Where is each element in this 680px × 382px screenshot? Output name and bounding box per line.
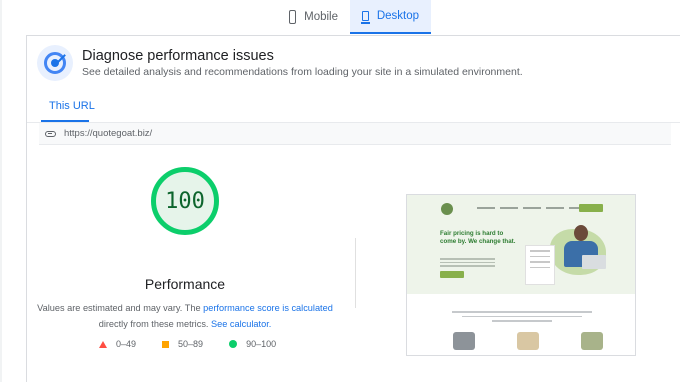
section-subtitle: See detailed analysis and recommendation… xyxy=(82,66,523,78)
note-middle: directly from these metrics. xyxy=(98,319,212,329)
tab-desktop-label: Desktop xyxy=(376,10,419,22)
orange-square-icon xyxy=(162,340,170,348)
legend-item-average: 50–89 xyxy=(162,339,203,349)
score-category-title: Performance xyxy=(144,276,226,292)
thumbnail-body-lines xyxy=(440,258,495,269)
legend-range-good: 90–100 xyxy=(246,339,277,349)
score-value: 100 xyxy=(165,188,205,214)
thumbnail-nav xyxy=(477,207,587,209)
score-calculation-link[interactable]: performance score is calculated xyxy=(203,303,333,313)
thumbnail-laptop xyxy=(582,255,606,269)
device-tabs: Mobile Desktop xyxy=(279,0,431,34)
see-calculator-link[interactable]: See calculator. xyxy=(211,319,271,329)
tab-desktop[interactable]: Desktop xyxy=(350,0,431,34)
thumbnail-paragraph xyxy=(447,311,597,325)
red-triangle-icon xyxy=(99,340,107,348)
score-note: Values are estimated and may vary. The p… xyxy=(0,300,370,332)
section-title: Diagnose performance issues xyxy=(82,48,274,64)
score-legend: 0–49 50–89 90–100 xyxy=(99,339,276,349)
gauge-icon xyxy=(37,45,73,81)
url-bar: https://quotegoat.biz/ xyxy=(39,123,671,145)
thumbnail-person-head xyxy=(574,225,588,241)
thumbnail-headline: Fair pricing is hard to come by. We chan… xyxy=(440,230,516,245)
thumbnail-cta xyxy=(579,204,603,212)
analyzed-url: https://quotegoat.biz/ xyxy=(64,128,153,139)
legend-item-good: 90–100 xyxy=(229,339,276,349)
legend-range-average: 50–89 xyxy=(178,339,204,349)
thumbnail-feature-images xyxy=(453,332,603,350)
legend-range-poor: 0–49 xyxy=(116,339,137,349)
tab-mobile-label: Mobile xyxy=(304,11,338,23)
performance-score-gauge[interactable]: 100 xyxy=(151,167,219,235)
tab-mobile[interactable]: Mobile xyxy=(279,0,350,34)
note-prefix: Values are estimated and may vary. The xyxy=(37,303,204,313)
link-icon xyxy=(45,130,56,137)
page-screenshot-thumbnail: Fair pricing is hard to come by. We chan… xyxy=(406,194,636,356)
green-circle-icon xyxy=(229,340,238,348)
phone-icon xyxy=(289,10,297,24)
thumbnail-button xyxy=(440,271,464,278)
monitor-icon xyxy=(361,11,370,24)
legend-item-poor: 0–49 xyxy=(99,339,136,349)
thumbnail-logo-icon xyxy=(441,203,453,215)
tab-this-url[interactable]: This URL xyxy=(49,100,95,122)
thumbnail-quote-card xyxy=(525,245,555,285)
vertical-divider xyxy=(355,238,356,308)
